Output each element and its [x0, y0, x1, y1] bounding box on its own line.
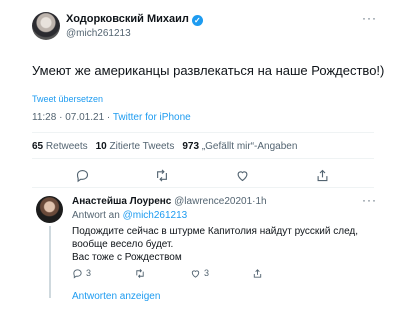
reply-icon — [76, 169, 88, 182]
reply-time[interactable]: 1h — [255, 196, 266, 207]
share-icon — [253, 268, 262, 278]
tweet-date[interactable]: 07.01.21 — [65, 112, 104, 123]
more-options-icon[interactable]: ··· — [362, 11, 377, 25]
meta-separator: · — [59, 112, 63, 123]
translate-link[interactable]: Tweet übersetzen — [32, 94, 103, 104]
quotes-stat[interactable]: 10 Zitierte Tweets — [96, 141, 175, 152]
meta-separator: · — [106, 112, 111, 123]
reply-text-line: вообще весело будет. — [72, 239, 174, 250]
reply-like-count: 3 — [204, 268, 210, 278]
divider — [32, 132, 374, 133]
divider — [32, 187, 374, 188]
reply-author-name[interactable]: Анастейша Лоуренс — [72, 196, 171, 207]
reply-author-handle[interactable]: @lawrence20201 — [174, 196, 252, 207]
reply-more-options-icon[interactable]: ··· — [362, 193, 377, 207]
retweets-stat[interactable]: 65 Retweets — [32, 141, 88, 152]
verified-badge-icon: ✓ — [191, 15, 203, 26]
author-avatar[interactable] — [32, 12, 60, 40]
reply-reply-button[interactable]: 3 — [72, 267, 91, 279]
tweet-source[interactable]: Twitter for iPhone — [113, 112, 191, 123]
tweet-time[interactable]: 11:28 — [32, 112, 56, 123]
retweet-icon — [157, 168, 167, 182]
author-name-line[interactable]: Ходорковский Михаил ✓ — [66, 13, 203, 26]
reply-text-line: Подождите сейчас в штурме Капитолия найд… — [72, 226, 359, 237]
reply-text-line: Вас тоже с Рождеством — [72, 252, 182, 263]
tweet-meta: 11:28 · 07.01.21 · Twitter for iPhone — [32, 112, 191, 123]
reply-button[interactable] — [72, 166, 92, 184]
like-icon — [191, 269, 200, 278]
reply-header: Анастейша Лоуренс @lawrence20201·1h — [72, 196, 267, 207]
tweet-stats: 65 Retweets 10 Zitierte Tweets 973 „Gefäll… — [32, 141, 297, 152]
reply-text: Подождите сейчас в штурме Капитолия найд… — [72, 225, 358, 264]
reply-retweet-button[interactable] — [134, 267, 146, 279]
reply-icon — [73, 268, 82, 279]
share-icon — [317, 169, 327, 181]
likes-stat[interactable]: 973 „Gefällt mir“-Angaben — [182, 141, 297, 152]
like-button[interactable] — [232, 166, 252, 184]
retweet-icon — [136, 268, 144, 278]
reply-to-label: Antwort an — [72, 210, 120, 221]
tweet-text: Умеют же американцы развлекаться на наше… — [32, 63, 385, 78]
like-icon — [237, 170, 247, 181]
reply-avatar[interactable] — [36, 196, 63, 223]
reply-like-button[interactable]: 3 — [190, 267, 209, 279]
share-button[interactable] — [312, 166, 332, 184]
thread-line — [49, 226, 51, 298]
divider — [32, 158, 374, 159]
reply-share-button[interactable] — [252, 267, 263, 279]
author-handle[interactable]: @mich261213 — [66, 28, 131, 40]
author-name[interactable]: Ходорковский Михаил — [66, 13, 189, 25]
retweet-button[interactable] — [152, 166, 172, 184]
reply-to-line: Antwort an @mich261213 — [72, 210, 187, 221]
reply-reply-count: 3 — [86, 268, 92, 278]
show-replies-link[interactable]: Antworten anzeigen — [72, 291, 160, 302]
reply-to-handle[interactable]: @mich261213 — [123, 210, 188, 221]
